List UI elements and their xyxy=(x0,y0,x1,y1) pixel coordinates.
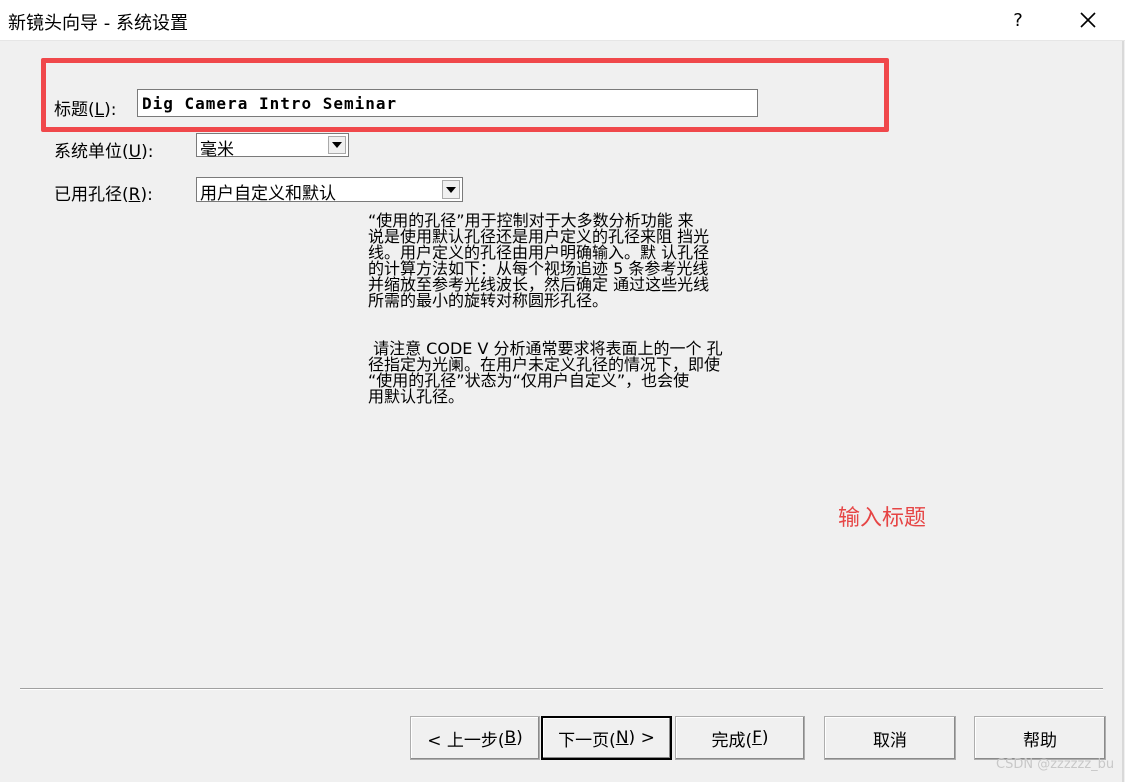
help-icon[interactable]: ? xyxy=(1000,4,1036,36)
units-label: 系统单位(U): xyxy=(54,142,154,162)
aperture-select[interactable]: 用户自定义和默认 xyxy=(196,177,463,204)
watermark: CSDN @zzzzzz_bu xyxy=(996,757,1115,772)
chevron-down-icon[interactable] xyxy=(442,180,460,199)
separator xyxy=(20,688,1103,690)
units-value: 毫米 xyxy=(200,140,234,160)
chevron-down-icon[interactable] xyxy=(328,136,346,154)
aperture-description-2: 请注意 CODE V 分析通常要求将表面上的一个 孔 径指定为光阑。在用户未定义… xyxy=(368,339,723,406)
finish-button[interactable]: 完成(F) xyxy=(675,716,805,760)
window-title: 新镜头向导 - 系统设置 xyxy=(8,13,188,34)
aperture-value: 用户自定义和默认 xyxy=(200,184,336,204)
next-button[interactable]: 下一页(N) > xyxy=(541,716,672,760)
highlight-box xyxy=(41,58,889,132)
back-button[interactable]: < 上一步(B) xyxy=(410,716,540,760)
close-icon[interactable] xyxy=(1062,2,1114,38)
dialog-body xyxy=(0,41,1124,782)
help-button[interactable]: 帮助 xyxy=(974,716,1106,760)
title-bar: 新镜头向导 - 系统设置 ? xyxy=(0,0,1125,41)
cancel-button[interactable]: 取消 xyxy=(824,716,956,760)
annotation-text: 输入标题 xyxy=(838,506,927,531)
aperture-label: 已用孔径(R): xyxy=(54,185,153,205)
units-select[interactable]: 毫米 xyxy=(196,133,349,160)
aperture-description-1: “使用的孔径”用于控制对于大多数分析功能 来 说是使用默认孔径还是用户定义的孔径… xyxy=(368,211,710,310)
